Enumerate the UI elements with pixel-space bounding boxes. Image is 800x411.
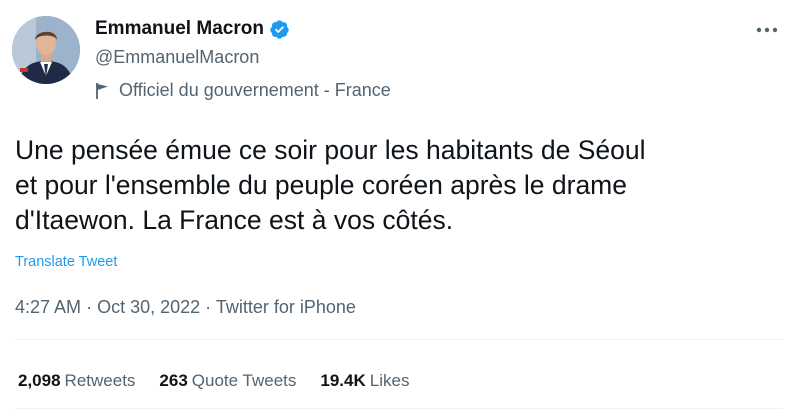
retweets-label: Retweets (64, 371, 136, 390)
retweets-stat[interactable]: 2,098 Retweets (18, 371, 135, 391)
likes-stat[interactable]: 19.4K Likes (320, 371, 409, 391)
verified-badge-icon[interactable] (269, 19, 290, 40)
avatar-portrait-icon (12, 16, 80, 84)
more-options-button[interactable] (750, 18, 784, 42)
engagement-stats: 2,098 Retweets 263 Quote Tweets 19.4K Likes (18, 371, 433, 391)
tweet-metadata: 4:27 AM · Oct 30, 2022 · Twitter for iPh… (15, 297, 356, 318)
tweet-time[interactable]: 4:27 AM (15, 297, 81, 317)
tweet-date[interactable]: Oct 30, 2022 (97, 297, 200, 317)
meta-separator: · (205, 297, 212, 317)
avatar[interactable] (12, 16, 80, 84)
flag-icon (95, 82, 111, 100)
affiliation-label-text: Officiel du gouvernement - France (119, 80, 391, 100)
author-handle[interactable]: @EmmanuelMacron (95, 47, 259, 68)
divider (15, 339, 783, 340)
more-horizontal-icon (756, 27, 778, 33)
quote-tweets-label: Quote Tweets (191, 371, 297, 390)
meta-separator: · (86, 297, 93, 317)
divider (15, 408, 783, 409)
affiliation-label: Officiel du gouvernement - France (95, 80, 391, 101)
author-display-name[interactable]: Emmanuel Macron (95, 18, 264, 40)
tweet: Emmanuel Macron @EmmanuelMacron Officiel… (0, 0, 800, 411)
likes-count: 19.4K (320, 371, 366, 390)
tweet-source[interactable]: Twitter for iPhone (216, 297, 356, 317)
quote-tweets-count: 263 (159, 371, 188, 390)
author-name-row: Emmanuel Macron (95, 18, 290, 40)
quote-tweets-stat[interactable]: 263 Quote Tweets (159, 371, 296, 391)
likes-label: Likes (369, 371, 410, 390)
tweet-text: Une pensée émue ce soir pour les habitan… (15, 135, 646, 235)
translate-tweet-link[interactable]: Translate Tweet (15, 254, 117, 270)
retweets-count: 2,098 (18, 371, 61, 390)
